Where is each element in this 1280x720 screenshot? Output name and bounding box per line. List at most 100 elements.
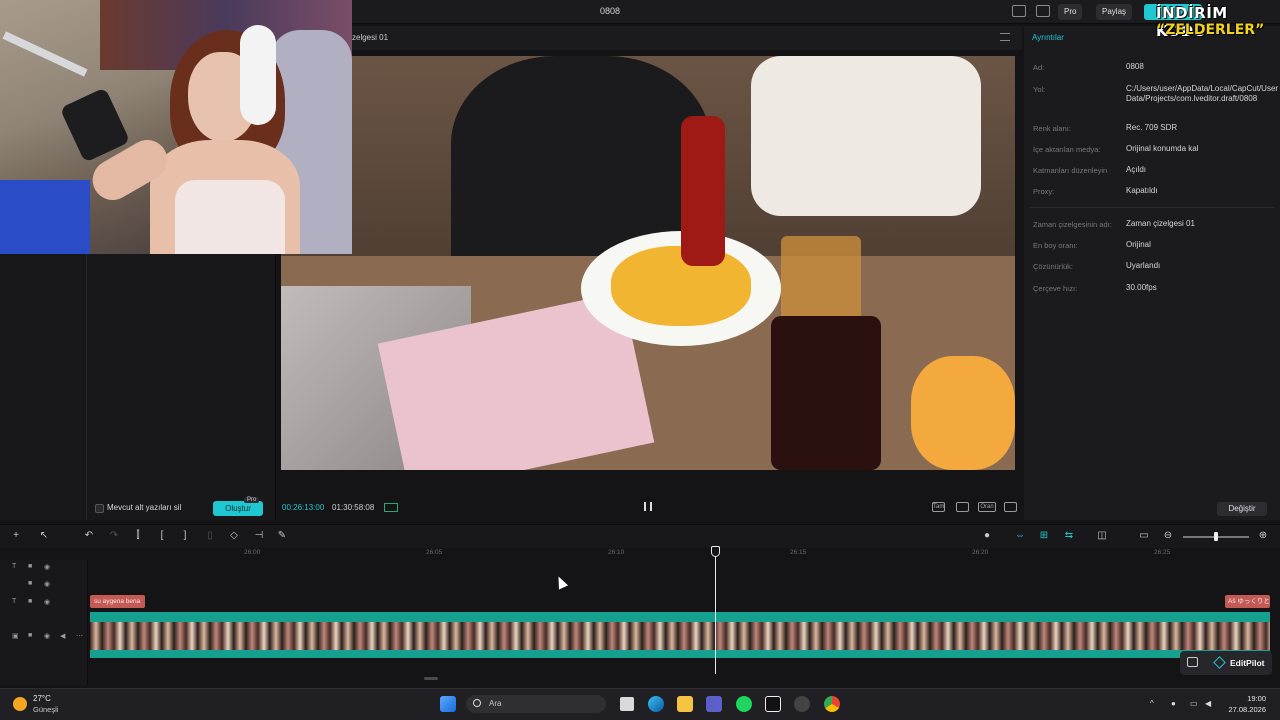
delete-subtitles-checkbox[interactable] <box>95 504 104 513</box>
share-label: Paylaş <box>1102 7 1127 16</box>
top <box>175 180 285 254</box>
detail-key: Renk alanı: <box>1033 124 1071 133</box>
redo-icon[interactable]: ↷ <box>108 530 120 542</box>
pause-icon[interactable] <box>644 502 652 511</box>
weather-temperature[interactable]: 27°C <box>33 694 51 703</box>
tick-label: 26:05 <box>426 549 443 556</box>
detail-key: Proxy: <box>1033 187 1055 196</box>
clock-date[interactable]: 27.08.2026 <box>1216 705 1266 714</box>
detail-value: Açıldı <box>1126 165 1147 174</box>
file-explorer-icon[interactable] <box>677 696 693 712</box>
ratio-button[interactable]: Oran <box>978 502 996 512</box>
create-button[interactable]: Oluştur <box>213 501 263 516</box>
mic-icon[interactable]: ● <box>981 530 993 542</box>
share-button[interactable]: Paylaş <box>1096 4 1133 20</box>
detail-key: İçe aktarılan medya: <box>1033 145 1101 154</box>
freeze-icon[interactable]: ⊣ <box>253 530 265 542</box>
lock-icon[interactable]: ■ <box>28 580 32 587</box>
search-icon <box>473 699 481 707</box>
caption-icon[interactable]: ▭ <box>1138 530 1150 542</box>
taskbar-search[interactable] <box>466 695 606 713</box>
player-menu-icon[interactable] <box>1000 33 1010 41</box>
undo-icon[interactable]: ↶ <box>83 530 95 542</box>
select-tool-icon[interactable]: ↖ <box>38 530 50 542</box>
playhead[interactable] <box>715 546 716 674</box>
chevron-up-icon[interactable]: ^ <box>1150 699 1154 708</box>
detail-key: Ad: <box>1033 63 1045 72</box>
lock-icon[interactable]: ■ <box>28 598 32 605</box>
volume-icon[interactable]: ◀ <box>1205 699 1211 708</box>
taskbar <box>0 688 1280 720</box>
capcut-icon[interactable] <box>765 696 781 712</box>
pro-button[interactable]: Pro <box>1058 4 1083 20</box>
weather-description[interactable]: Güneşli <box>33 705 58 714</box>
task-view-icon[interactable] <box>620 697 634 711</box>
fullscreen-icon[interactable] <box>1004 502 1017 512</box>
desk-items <box>0 180 90 254</box>
cola-glass <box>771 316 881 470</box>
fit-icon[interactable] <box>956 502 969 512</box>
change-button[interactable]: Değiştir <box>1217 502 1267 516</box>
split-icon[interactable]: ⫿ <box>132 530 144 542</box>
webcam-overlay <box>0 0 352 254</box>
shortcuts-icon[interactable] <box>1036 5 1050 17</box>
eye-icon[interactable]: ◉ <box>44 632 50 640</box>
magnet-icon[interactable]: ⊞ <box>1038 530 1050 542</box>
detail-value: Uyarlandı <box>1126 261 1161 270</box>
text-clip[interactable]: su aygena bena <box>90 595 145 608</box>
add-icon[interactable]: + <box>10 530 22 542</box>
preview-axis-icon[interactable]: ◫ <box>1096 530 1108 542</box>
timeline-toolbar <box>0 524 1280 548</box>
text-clip[interactable]: Aš ゆっくりと <box>1225 595 1270 608</box>
eye-icon[interactable]: ◉ <box>44 563 50 571</box>
obs-icon[interactable] <box>794 696 810 712</box>
lock-icon[interactable]: ■ <box>28 632 32 639</box>
lock-icon[interactable]: ■ <box>28 563 32 570</box>
network-icon[interactable]: ▭ <box>1190 699 1198 708</box>
horizontal-scrollbar[interactable] <box>424 677 438 680</box>
editpilot-button[interactable]: EditPilot <box>1230 658 1264 668</box>
playhead-handle[interactable] <box>711 546 720 557</box>
link-icon[interactable]: ⇔ <box>1014 530 1026 542</box>
trim-right-icon[interactable]: ] <box>179 530 191 542</box>
teams-icon[interactable] <box>706 696 722 712</box>
zoom-out-icon[interactable]: ⊖ <box>1162 530 1174 542</box>
trim-left-icon[interactable]: [ <box>156 530 168 542</box>
audio-icon[interactable]: ◀ <box>60 632 65 640</box>
details-divider <box>1030 207 1274 208</box>
video-clip-header[interactable] <box>90 612 1270 622</box>
headphones <box>240 25 276 125</box>
delete-icon[interactable]: ▯ <box>204 530 216 542</box>
detail-value: Kapatıldı <box>1126 186 1158 195</box>
pro-label: Pro <box>1064 7 1077 16</box>
promo-line-2: “ZELDERLER” <box>1156 22 1265 38</box>
more-icon[interactable]: ⋯ <box>76 632 83 640</box>
snap-icon[interactable]: ⇆ <box>1063 530 1075 542</box>
mic-tray-icon[interactable]: ● <box>1171 699 1176 708</box>
video-frame[interactable] <box>281 56 1015 470</box>
spotify-icon[interactable] <box>736 696 752 712</box>
zoom-slider-handle[interactable] <box>1214 532 1218 541</box>
audio-waveform[interactable] <box>90 650 1270 658</box>
tam-button[interactable]: Tam <box>932 502 945 512</box>
shield-icon[interactable]: ◇ <box>228 530 240 542</box>
tick-label: 26:20 <box>972 549 989 556</box>
sun-icon[interactable] <box>13 697 27 711</box>
edge-icon[interactable] <box>648 696 664 712</box>
timeline-ruler[interactable] <box>90 548 1280 560</box>
feedback-icon[interactable] <box>1187 657 1198 667</box>
tick-label: 26:15 <box>790 549 807 556</box>
eye-icon[interactable]: ◉ <box>44 598 50 606</box>
chrome-icon[interactable] <box>824 696 840 712</box>
zoom-in-icon[interactable]: ⊕ <box>1257 530 1269 542</box>
pen-icon[interactable]: ✎ <box>276 530 288 542</box>
clock-time[interactable]: 19:00 <box>1226 694 1266 703</box>
eye-icon[interactable]: ◉ <box>44 580 50 588</box>
layout-icon[interactable] <box>1012 5 1026 17</box>
person-white-top <box>751 56 981 216</box>
windows-start-icon[interactable] <box>440 696 456 712</box>
track-headers <box>0 560 88 685</box>
tick-label: 26:10 <box>608 549 625 556</box>
video-clip-thumbnails[interactable] <box>90 622 1270 650</box>
waveform-icon[interactable] <box>384 503 398 512</box>
